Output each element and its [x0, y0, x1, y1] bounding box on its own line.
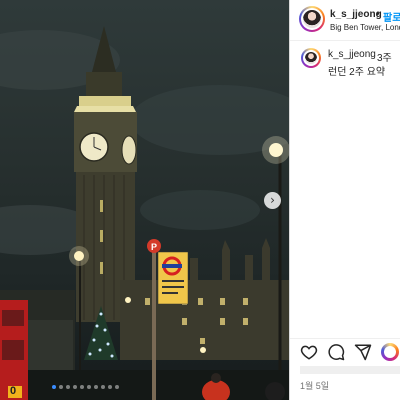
heart-icon[interactable] — [300, 343, 318, 361]
carousel-dot — [59, 385, 63, 389]
emoji-icon[interactable] — [381, 343, 399, 361]
carousel-dot — [66, 385, 70, 389]
caption-text: 런던 2주 요약 — [328, 67, 386, 78]
follow-button[interactable]: 팔로 — [383, 9, 400, 24]
carousel-dot — [94, 385, 98, 389]
location-link[interactable]: Big Ben Tower, Lond — [330, 23, 400, 32]
action-bar — [290, 338, 400, 365]
caption-avatar[interactable] — [301, 48, 321, 68]
header-username[interactable]: k_s_jjeong — [330, 9, 382, 20]
post-date: 1월 5일 — [300, 381, 330, 391]
send-icon[interactable] — [354, 343, 372, 361]
carousel-dot — [101, 385, 105, 389]
avatar[interactable] — [299, 6, 325, 32]
post-side-panel: k_s_jjeong • 팔로 Big Ben Tower, Lond k_s_… — [289, 0, 400, 400]
carousel-dot — [115, 385, 119, 389]
big-ben-night-photo: P — [0, 26, 289, 400]
carousel-dot — [80, 385, 84, 389]
carousel-dot — [73, 385, 77, 389]
post-header: k_s_jjeong • 팔로 Big Ben Tower, Lond — [290, 0, 400, 41]
carousel-dot — [108, 385, 112, 389]
caption-username[interactable]: k_s_jjeong — [328, 49, 376, 60]
carousel-dot — [87, 385, 91, 389]
chevron-right-icon[interactable]: › — [264, 192, 281, 209]
carousel-dots — [52, 385, 119, 389]
svg-text:P: P — [151, 242, 157, 252]
separator-dot: • — [376, 9, 380, 20]
bus-number: 0 — [10, 385, 17, 397]
post-photo[interactable]: P 0 › — [0, 0, 289, 400]
carousel-dot — [52, 385, 56, 389]
caption-time: 3주 — [377, 53, 392, 64]
likes-placeholder — [300, 366, 400, 374]
comment-icon[interactable] — [327, 343, 345, 361]
